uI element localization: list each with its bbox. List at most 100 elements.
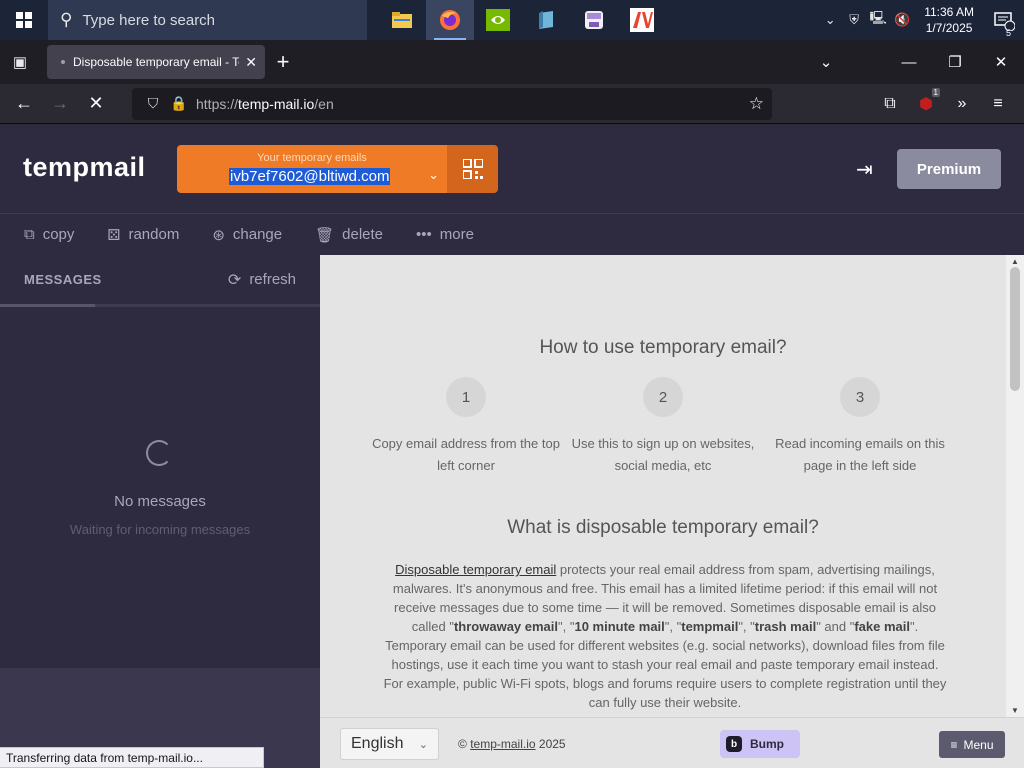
clock[interactable]: 11:36 AM 1/7/2025 — [914, 4, 984, 36]
volume-muted-icon[interactable]: 🔇 — [890, 12, 914, 28]
scrollbar-thumb[interactable] — [1010, 267, 1020, 391]
more-button[interactable]: ••• more — [416, 226, 474, 243]
para-text: ", " — [558, 619, 575, 634]
start-button[interactable] — [0, 0, 48, 40]
floppy-app-icon — [585, 11, 603, 29]
url-scheme: https:// — [196, 95, 239, 112]
what-is-heading: What is disposable temporary email? — [507, 517, 819, 538]
refresh-button[interactable]: ⟳ refresh — [228, 270, 296, 290]
step-2: 2 Use this to sign up on websites, socia… — [568, 377, 758, 477]
email-address-box[interactable]: Your temporary emails ivb7ef7602@bltiwd.… — [177, 145, 447, 193]
taskbar-app-floppy[interactable] — [570, 0, 618, 40]
lock-icon[interactable]: 🔒 — [166, 95, 192, 112]
more-icon: ••• — [416, 226, 432, 243]
tab-temp-mail[interactable]: Disposable temporary email - Te ✕ — [47, 45, 265, 79]
network-icon[interactable]: 🖳 — [866, 9, 890, 31]
ublock-icon[interactable]: ⬢ 1 — [908, 87, 944, 114]
book-app-icon — [539, 11, 553, 29]
back-button[interactable]: ← — [6, 88, 42, 120]
url-text: https://temp-mail.io/en — [196, 96, 334, 112]
taskbar-apps — [378, 0, 666, 40]
tracking-shield-icon[interactable]: ⛉ — [140, 95, 166, 112]
menu-button[interactable]: ≡ Menu — [939, 731, 1005, 758]
url-bar[interactable]: ⛉ 🔒 https://temp-mail.io/en ☆ — [132, 87, 772, 120]
chevron-down-icon[interactable]: ⌄ — [428, 167, 439, 183]
more-label: more — [439, 226, 474, 243]
random-button[interactable]: ⚄ random — [107, 226, 179, 244]
browser-status-bar: Transferring data from temp-mail.io... — [0, 747, 264, 768]
close-window-button[interactable]: ✕ — [978, 53, 1024, 71]
forward-button[interactable]: → — [42, 88, 78, 120]
new-tab-button[interactable]: + — [265, 49, 301, 75]
nvidia-icon — [486, 9, 510, 31]
list-all-tabs-icon[interactable]: ⌄ — [806, 53, 846, 71]
navigation-toolbar: ← → ✕ ⛉ 🔒 https://temp-mail.io/en ☆ ⧉ ⬢ 1… — [0, 84, 1024, 124]
restore-button[interactable]: ❐ — [932, 53, 978, 71]
folder-icon — [392, 12, 412, 28]
clock-time: 11:36 AM — [924, 5, 974, 19]
clock-date: 1/7/2025 — [925, 21, 973, 35]
copyright-link[interactable]: temp-mail.io — [470, 737, 535, 751]
email-address-value[interactable]: ivb7ef7602@bltiwd.com — [229, 168, 391, 185]
copy-button[interactable]: ⧉ copy — [24, 226, 74, 243]
site-footer: English ⌄ © temp-mail.io 2025 b Bump ≡ Menu — [320, 717, 1024, 768]
loading-progress-bar — [0, 304, 95, 307]
close-tab-icon[interactable]: ✕ — [245, 54, 257, 71]
taskbar-search-placeholder: Type here to search — [82, 11, 216, 29]
no-messages-title: No messages — [114, 493, 206, 510]
language-select[interactable]: English ⌄ — [340, 728, 439, 760]
system-tray: ⌄ ⛨ 🖳 🔇 11:36 AM 1/7/2025 5 — [818, 0, 1024, 40]
taskbar-search[interactable]: ⚲ Type here to search — [48, 0, 368, 40]
taskbar-firefox[interactable] — [426, 0, 474, 40]
step-number: 3 — [840, 377, 880, 417]
qr-code-button[interactable] — [447, 145, 498, 193]
toolbar-extensions: ⧉ ⬢ 1 » ≡ — [872, 87, 1016, 114]
bump-button[interactable]: b Bump — [720, 730, 800, 758]
language-value: English — [351, 735, 404, 752]
content-scrollbar[interactable]: ▲ ▼ — [1006, 255, 1024, 717]
messages-header: MESSAGES ⟳ refresh — [0, 255, 320, 307]
tempmail-logo[interactable]: tempmail — [23, 152, 146, 183]
chevron-up-icon[interactable]: ⌄ — [818, 12, 842, 28]
firefox-view-icon[interactable]: ▣ — [0, 40, 40, 84]
step-number: 1 — [446, 377, 486, 417]
messages-title: MESSAGES — [24, 272, 102, 287]
copyright-symbol: © — [458, 737, 467, 751]
tab-title: Disposable temporary email - Te — [73, 55, 240, 69]
email-actions-bar: ⧉ copy ⚄ random ⊛ change 🗑 delete ••• more — [0, 213, 1024, 255]
site-header: tempmail Your temporary emails ivb7ef760… — [0, 125, 1024, 213]
qr-code-icon — [462, 159, 483, 179]
change-label: change — [232, 226, 283, 243]
step-number: 2 — [643, 377, 683, 417]
extensions-icon[interactable]: ⧉ — [872, 95, 908, 113]
delete-button[interactable]: 🗑 delete — [315, 226, 383, 244]
security-icon[interactable]: ⛨ — [842, 12, 866, 28]
scroll-up-icon[interactable]: ▲ — [1006, 257, 1024, 266]
taskbar-app-av[interactable] — [618, 0, 666, 40]
change-button[interactable]: ⊛ change — [212, 226, 282, 244]
scroll-down-icon[interactable]: ▼ — [1006, 706, 1024, 715]
premium-button[interactable]: Premium — [897, 149, 1001, 189]
minimize-button[interactable]: — — [886, 54, 932, 71]
disposable-email-link[interactable]: Disposable temporary email — [395, 562, 556, 577]
taskbar-file-explorer[interactable] — [378, 0, 426, 40]
hamburger-menu-icon[interactable]: ≡ — [980, 95, 1016, 113]
bookmark-star-icon[interactable]: ☆ — [749, 94, 764, 114]
taskbar-nvidia[interactable] — [474, 0, 522, 40]
step-text: Use this to sign up on websites, social … — [571, 436, 755, 473]
login-icon[interactable]: ⇥ — [856, 157, 873, 182]
menu-icon: ≡ — [950, 737, 958, 752]
term-fake: fake mail — [854, 619, 910, 634]
change-icon: ⊛ — [212, 226, 225, 244]
term-trash: trash mail — [754, 619, 817, 634]
messages-panel: MESSAGES ⟳ refresh No messages Waiting fo… — [0, 255, 320, 668]
info-content: How to use temporary email? 1 Copy email… — [320, 255, 1006, 717]
step-text: Copy email address from the top left cor… — [372, 436, 560, 473]
notification-center[interactable]: 5 — [984, 9, 1024, 38]
para-text: ", " — [664, 619, 682, 634]
stop-loading-button[interactable]: ✕ — [78, 88, 114, 120]
url-host: temp-mail.io — [238, 95, 315, 112]
windows-logo-icon — [16, 12, 32, 28]
taskbar-app-book[interactable] — [522, 0, 570, 40]
overflow-menu-icon[interactable]: » — [944, 95, 980, 113]
